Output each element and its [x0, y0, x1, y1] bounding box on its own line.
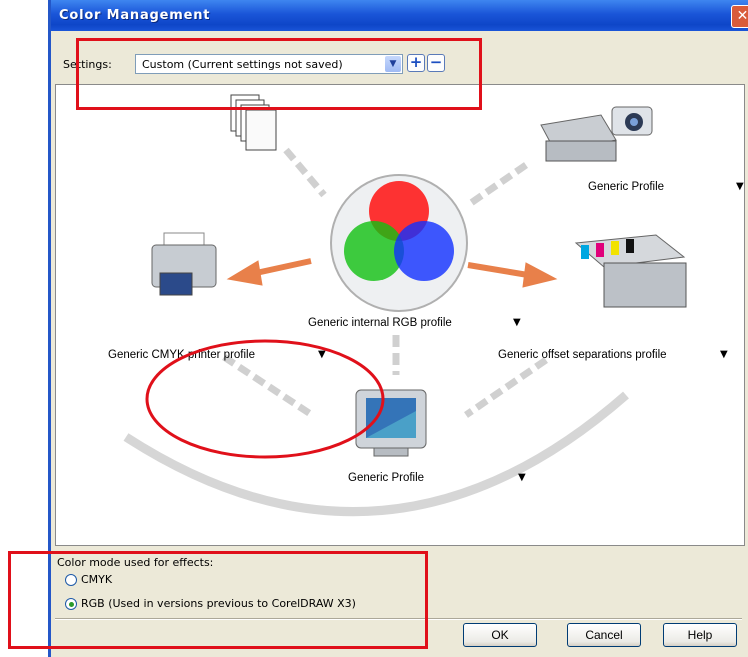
offset-separations-profile-dropdown-icon[interactable]: ▼: [720, 349, 728, 360]
plus-icon: +: [409, 53, 423, 71]
radio-circle-selected-icon[interactable]: [65, 598, 77, 610]
radio-cmyk[interactable]: CMYK: [65, 573, 112, 586]
documents-icon: [230, 94, 277, 151]
scanner-profile-dropdown-icon[interactable]: ▼: [736, 181, 744, 192]
separator: [55, 618, 742, 620]
chevron-down-icon[interactable]: ▼: [385, 56, 401, 72]
close-button[interactable]: ✕: [731, 5, 748, 28]
cmyk-printer-icon: [151, 232, 217, 296]
arrow-offset-to-monitor: [464, 357, 548, 418]
radio-cmyk-label: CMYK: [81, 573, 113, 586]
close-icon: ✕: [736, 8, 748, 24]
cmyk-printer-profile-dropdown-icon[interactable]: ▼: [318, 349, 326, 360]
offset-separations-profile-label: Generic offset separations profile: [498, 349, 667, 361]
effects-color-mode-heading: Color mode used for effects:: [57, 556, 214, 569]
color-management-dialog: Color Management ✕ Settings: Custom (Cur…: [48, 0, 748, 657]
settings-label: Settings:: [63, 58, 112, 71]
rgb-color-wheel-icon: [330, 174, 468, 312]
arrow-printer-to-monitor: [222, 354, 314, 418]
input-arrow-documents: [283, 147, 327, 198]
scanner-camera-icon: [540, 106, 653, 162]
ok-button[interactable]: OK: [463, 623, 537, 647]
settings-dropdown[interactable]: Custom (Current settings not saved) ▼: [135, 54, 403, 74]
delete-preset-button[interactable]: −: [427, 54, 445, 72]
monitor-profile-label: Generic Profile: [348, 472, 425, 484]
radio-rgb-label: RGB (Used in versions previous to CorelD…: [81, 597, 356, 610]
title-bar: Color Management ✕: [51, 0, 748, 31]
dialog-title: Color Management: [59, 8, 211, 23]
orange-arrow-to-offset: [522, 262, 558, 288]
internal-rgb-profile-label: Generic internal RGB profile: [308, 317, 452, 329]
help-button[interactable]: Help: [663, 623, 737, 647]
minus-icon: −: [429, 53, 443, 71]
settings-row: Settings: Custom (Current settings not s…: [51, 46, 748, 86]
radio-circle-icon[interactable]: [65, 574, 77, 586]
cmyk-printer-profile-label: Generic CMYK printer profile: [108, 349, 255, 361]
offset-press-icon: [574, 234, 687, 308]
radio-rgb[interactable]: RGB (Used in versions previous to CorelD…: [65, 597, 356, 610]
input-arrow-scanner: [466, 162, 528, 208]
settings-selected-value: Custom (Current settings not saved): [142, 58, 343, 71]
orange-arrow-to-printer: [226, 260, 263, 286]
color-workflow-diagram: Generic Profile ▼ Generic internal RGB p…: [55, 84, 745, 546]
scanner-profile-label: Generic Profile: [588, 181, 665, 193]
internal-rgb-profile-dropdown-icon[interactable]: ▼: [513, 317, 521, 328]
monitor-icon: [355, 389, 427, 457]
cancel-button[interactable]: Cancel: [567, 623, 641, 647]
monitor-profile-dropdown-icon[interactable]: ▼: [518, 472, 526, 483]
add-preset-button[interactable]: +: [407, 54, 425, 72]
